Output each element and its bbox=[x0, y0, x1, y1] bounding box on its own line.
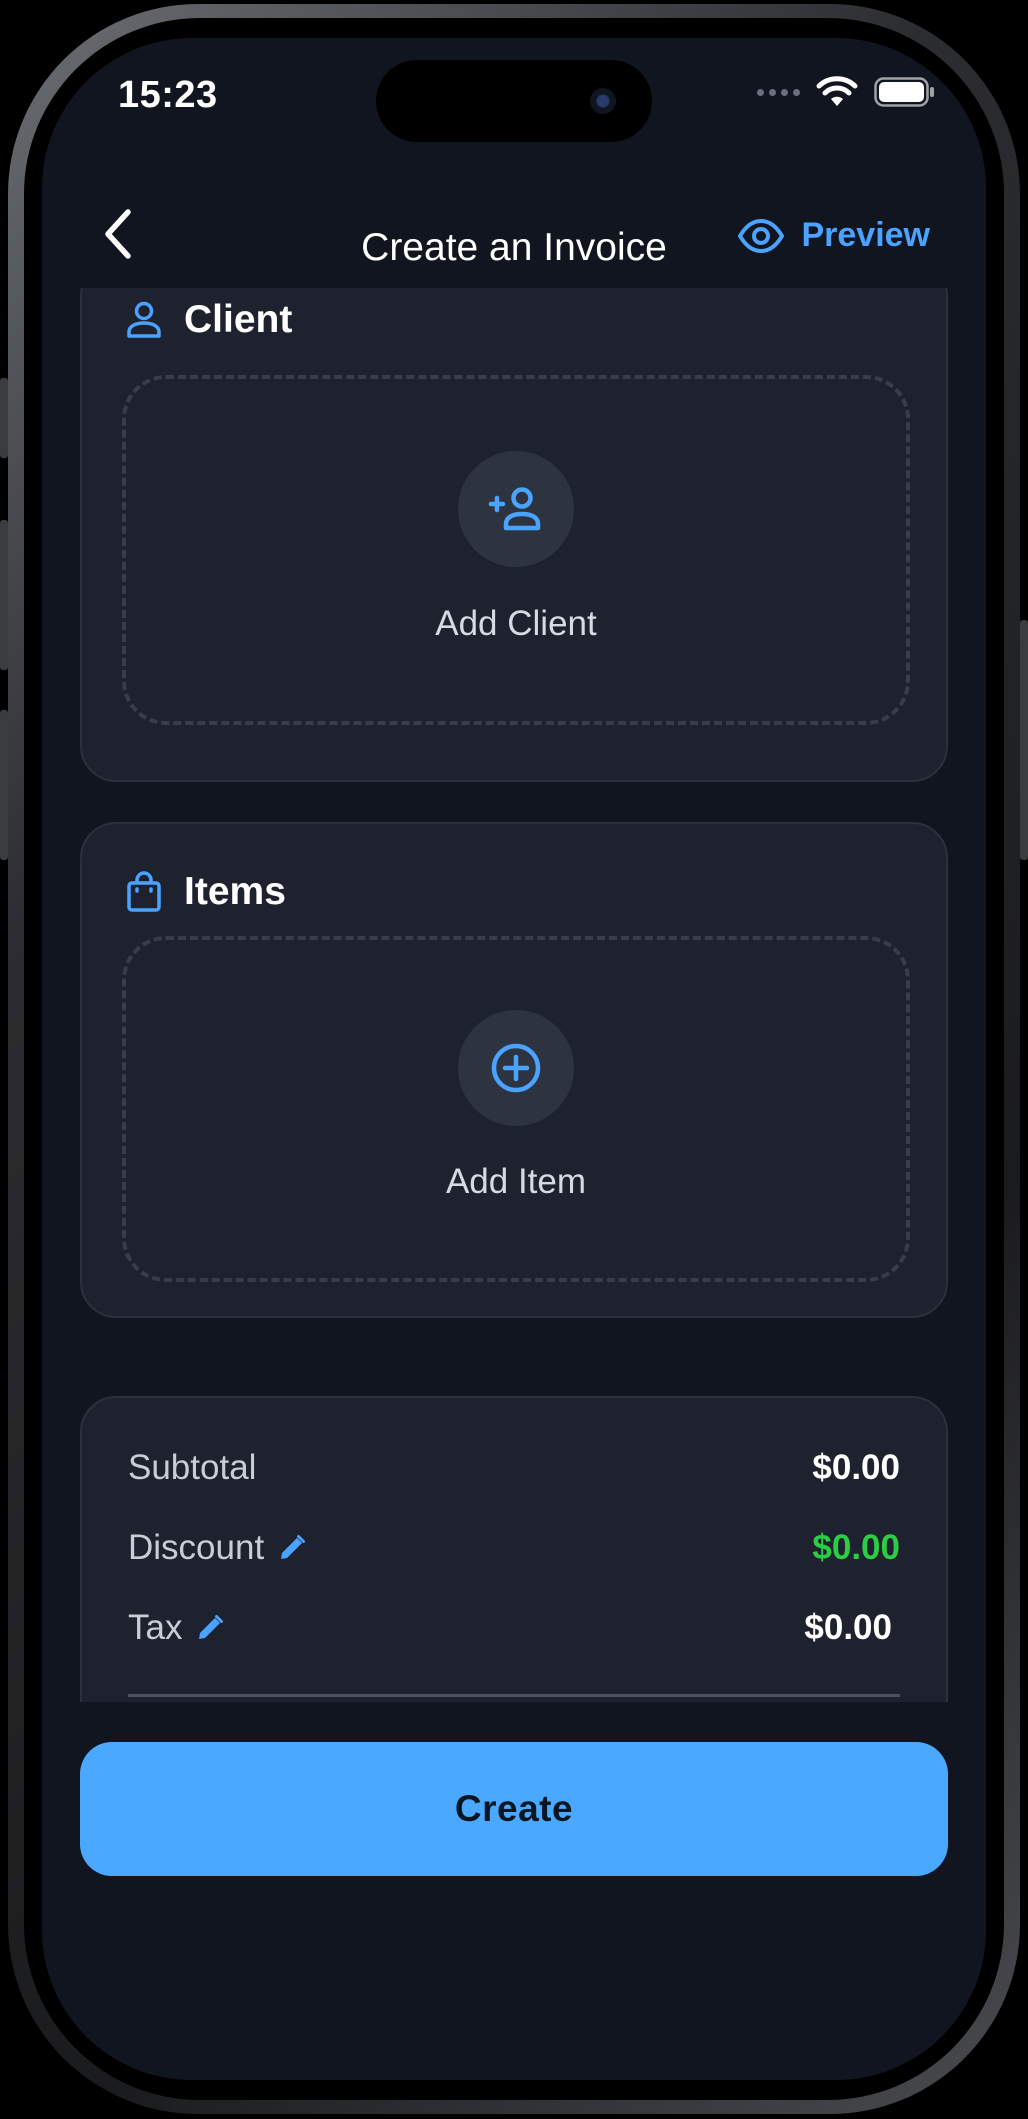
add-client-dropzone[interactable]: Add Client bbox=[122, 375, 910, 725]
dynamic-island bbox=[376, 60, 652, 142]
create-button[interactable]: Create bbox=[80, 1742, 948, 1876]
add-client-label: Add Client bbox=[435, 604, 597, 643]
preview-button[interactable]: Preview bbox=[737, 216, 930, 255]
bottom-action-bar: Create bbox=[42, 1702, 986, 2080]
navigation-bar: Create an Invoice Preview bbox=[42, 178, 986, 288]
side-button-volume-up bbox=[0, 520, 8, 670]
tax-label: Tax bbox=[128, 1608, 183, 1647]
status-time: 15:23 bbox=[118, 74, 218, 116]
person-add-icon bbox=[488, 487, 541, 531]
add-item-dropzone[interactable]: Add Item bbox=[122, 936, 910, 1282]
summary-divider bbox=[128, 1694, 900, 1697]
items-card: Items Add Item bbox=[80, 822, 948, 1318]
tax-row[interactable]: Tax $0.00 bbox=[128, 1608, 892, 1648]
wifi-icon bbox=[816, 76, 858, 106]
client-card-title: Client bbox=[184, 298, 293, 341]
add-client-button[interactable] bbox=[458, 451, 574, 567]
signal-icon bbox=[757, 88, 800, 96]
eye-icon bbox=[738, 218, 785, 253]
side-button-volume-down bbox=[0, 710, 8, 860]
tax-label-group[interactable]: Tax bbox=[128, 1608, 224, 1648]
subtotal-label: Subtotal bbox=[128, 1448, 257, 1487]
person-icon bbox=[127, 301, 161, 338]
preview-label: Preview bbox=[801, 216, 930, 254]
pencil-icon[interactable] bbox=[196, 1614, 224, 1642]
shopping-bag-icon bbox=[127, 871, 161, 912]
discount-row[interactable]: Discount $0.00 bbox=[128, 1528, 900, 1568]
subtotal-value: $0.00 bbox=[812, 1448, 900, 1487]
items-card-title: Items bbox=[184, 870, 286, 913]
add-item-button[interactable] bbox=[458, 1010, 574, 1126]
side-button-power bbox=[1020, 620, 1028, 860]
side-button-action bbox=[0, 378, 8, 458]
subtotal-row: Subtotal $0.00 bbox=[128, 1448, 900, 1488]
tax-value: $0.00 bbox=[804, 1608, 892, 1647]
discount-value: $0.00 bbox=[812, 1528, 900, 1567]
items-card-header: Items bbox=[126, 870, 286, 914]
add-item-label: Add Item bbox=[445, 1162, 587, 1201]
status-icons bbox=[757, 76, 936, 108]
camera-lens bbox=[590, 88, 616, 114]
client-card: Client Add Client bbox=[80, 260, 948, 782]
screen: 15:23 Create an Invoice Preview Client A… bbox=[42, 38, 986, 2080]
client-card-header: Client bbox=[126, 298, 292, 342]
discount-label: Discount bbox=[128, 1528, 265, 1567]
discount-label-group[interactable]: Discount bbox=[128, 1528, 306, 1568]
battery-icon bbox=[874, 77, 934, 107]
plus-circle-icon bbox=[491, 1043, 541, 1093]
pencil-icon[interactable] bbox=[278, 1534, 306, 1562]
